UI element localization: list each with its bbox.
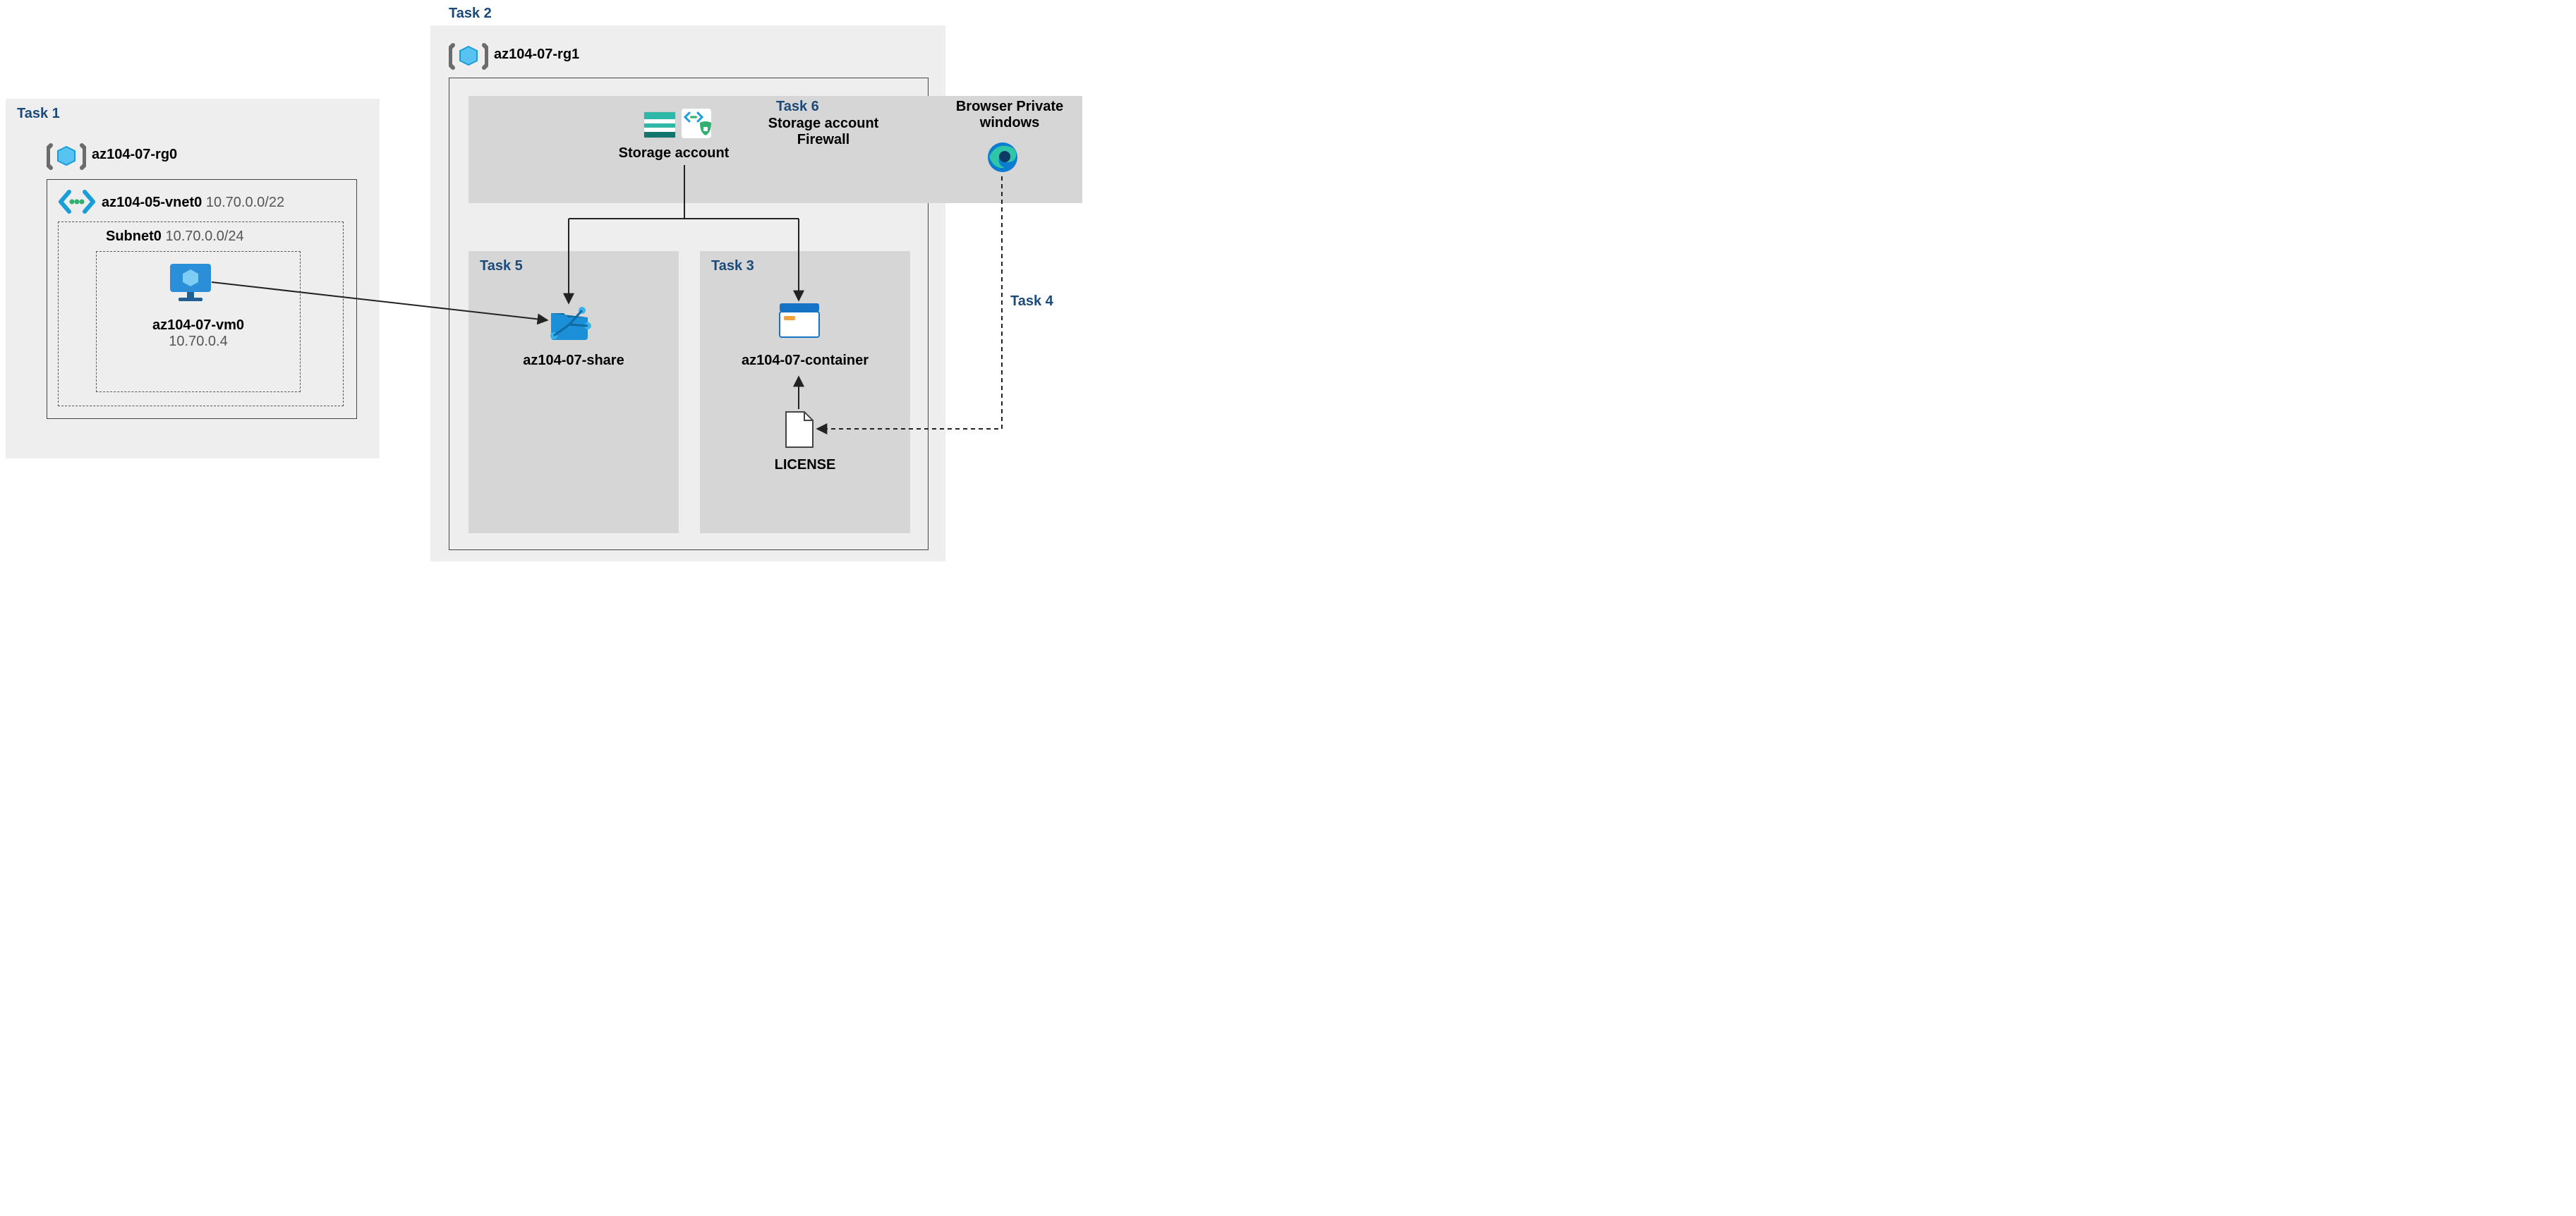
file-share-icon [547,303,592,341]
rg0-label: az104-07-rg0 [92,147,177,163]
vnet-label: az104-05-vnet0 10.70.0.0/22 [102,195,284,211]
vm-name: az104-07-vm0 [96,317,301,334]
task6-title: Storage account Firewall [742,116,905,148]
storage-icon-wrap [643,111,676,138]
task1-label: Task 1 [17,106,60,122]
vm-ip: 10.70.0.4 [96,334,301,350]
subnet-cidr: 10.70.0.0/24 [165,229,243,244]
file-icon [785,411,814,449]
vnet-cidr: 10.70.0.0/22 [206,195,284,210]
rg1-name: az104-07-rg1 [494,47,579,63]
subnet-name: Subnet0 [106,229,162,244]
firewall-badge-icon [682,109,711,138]
task3-panel [700,251,910,533]
resource-group-icon [449,41,488,72]
container-icon [778,300,821,340]
vm-label: az104-07-vm0 10.70.0.4 [96,317,301,350]
subnet-label: Subnet0 10.70.0.0/24 [106,229,244,245]
container-name: az104-07-container [700,353,910,369]
task6-label: Task 6 [776,99,819,115]
resource-group-icon [47,141,86,172]
vnet-icon [58,189,96,214]
storage-account-icon [643,111,676,138]
task5-panel [468,251,679,533]
task3-label: Task 3 [711,258,754,274]
file-label: LICENSE [700,457,910,473]
vnet-name: az104-05-vnet0 [102,195,202,210]
task4-label: Task 4 [1010,293,1053,310]
storage-account-label: Storage account [614,145,734,162]
task5-label: Task 5 [480,258,523,274]
browser-label: Browser Private windows [943,99,1077,131]
vm-icon [166,261,215,303]
edge-browser-icon [986,141,1019,174]
rg0-name: az104-07-rg0 [92,147,177,162]
task2-label: Task 2 [449,6,492,22]
diagram-stage: Task 1 az104-07-rg0 az104-05-vnet0 10.70… [0,0,1094,564]
share-name: az104-07-share [468,353,679,369]
